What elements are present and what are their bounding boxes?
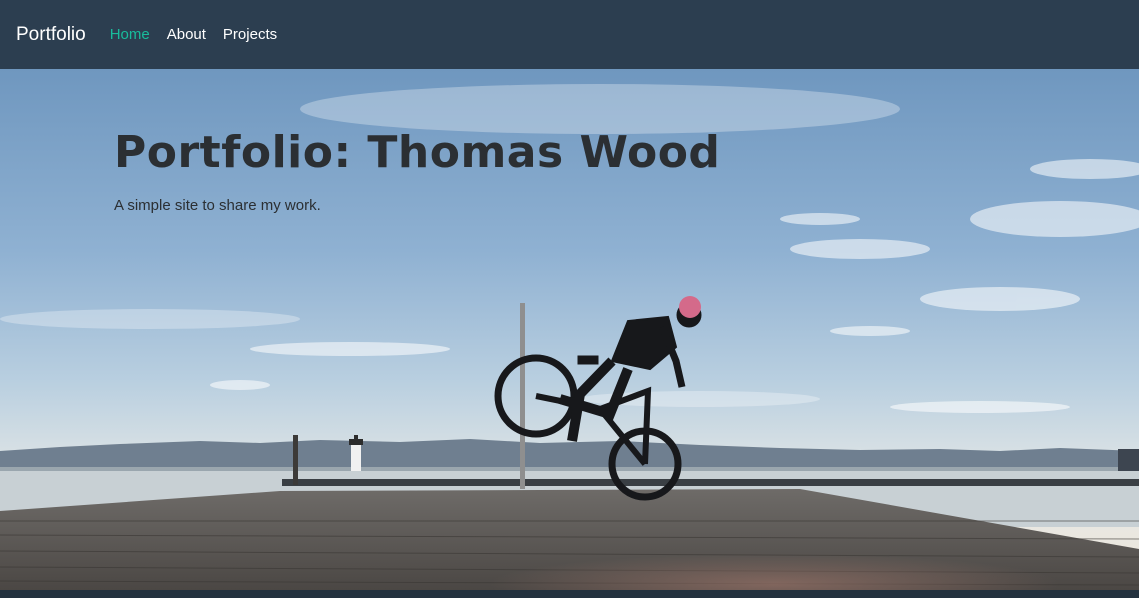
hero-subtitle: A simple site to share my work.	[114, 197, 321, 214]
nav-link-home[interactable]: Home	[110, 26, 150, 43]
brand-link[interactable]: Portfolio	[16, 24, 86, 46]
nav-link-about[interactable]: About	[167, 26, 206, 43]
hero-section: Portfolio: Thomas Wood A simple site to …	[0, 69, 1139, 590]
footer-strip	[0, 590, 1139, 598]
hero-title: Portfolio: Thomas Wood	[114, 127, 721, 178]
nav-link-projects[interactable]: Projects	[223, 26, 277, 43]
top-navbar: Portfolio Home About Projects	[0, 0, 1139, 69]
